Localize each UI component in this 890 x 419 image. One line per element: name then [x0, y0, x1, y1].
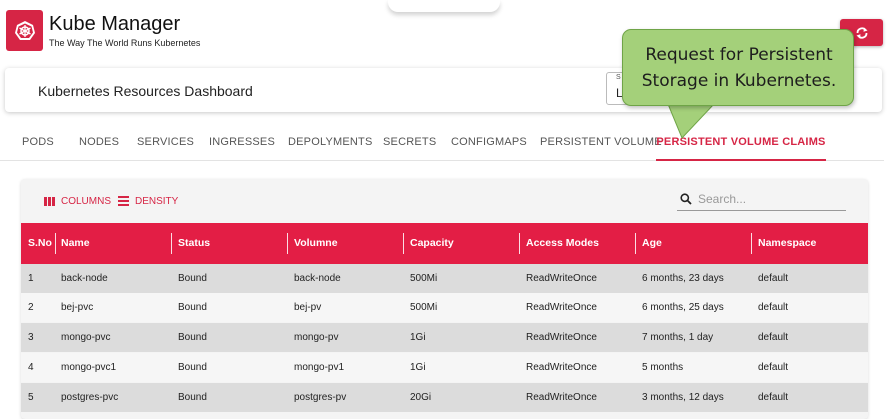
- cell-namespace: default: [758, 362, 789, 373]
- tab-ingresses[interactable]: INGRESSES: [209, 124, 275, 161]
- column-separator: [55, 233, 56, 254]
- cell-sno: 3: [28, 332, 34, 343]
- cell-access-modes: ReadWriteOnce: [526, 273, 597, 284]
- resource-tabs: PODS NODES SERVICES INGRESSES DEPOLYMENT…: [0, 124, 884, 161]
- app-title: Kube Manager: [49, 13, 181, 35]
- top-pill: [388, 0, 500, 12]
- density-label: DENSITY: [135, 195, 179, 207]
- annotation-callout: Request for Persistent Storage in Kubern…: [622, 29, 854, 106]
- columns-label: COLUMNS: [61, 195, 112, 207]
- cell-volume: postgres-pv: [294, 392, 347, 403]
- tab-pods[interactable]: PODS: [22, 124, 54, 161]
- cell-sno: 1: [28, 273, 34, 284]
- column-separator: [171, 233, 172, 254]
- col-header-age[interactable]: Age: [642, 223, 662, 264]
- cell-namespace: default: [758, 302, 789, 313]
- search-placeholder: Search...: [698, 192, 747, 206]
- density-icon: [118, 196, 129, 206]
- cell-status: Bound: [178, 302, 207, 313]
- callout-line-2: Storage in Kubernetes.: [641, 71, 837, 91]
- tab-secrets[interactable]: SECRETS: [383, 124, 436, 161]
- col-header-namespace[interactable]: Namespace: [758, 223, 816, 264]
- search-input[interactable]: Search...: [677, 188, 846, 211]
- cell-access-modes: ReadWriteOnce: [526, 392, 597, 403]
- cell-access-modes: ReadWriteOnce: [526, 332, 597, 343]
- tab-configmaps[interactable]: CONFIGMAPS: [451, 124, 527, 161]
- cell-volume: bej-pv: [294, 302, 322, 313]
- pvc-table-card: COLUMNS DENSITY Search... S.No Name Stat…: [21, 179, 868, 419]
- cell-namespace: default: [758, 332, 789, 343]
- cell-capacity: 500Mi: [410, 273, 438, 284]
- cell-namespace: default: [758, 392, 789, 403]
- cell-capacity: 20Gi: [410, 392, 432, 403]
- page-title: Kubernetes Resources Dashboard: [38, 83, 253, 99]
- cell-sno: 2: [28, 302, 34, 313]
- cell-capacity: 1Gi: [410, 332, 426, 343]
- columns-icon: [44, 196, 55, 206]
- tab-persistent-volume[interactable]: PERSISTENT VOLUME: [540, 124, 662, 161]
- table-row[interactable]: 5 postgres-pvc Bound postgres-pv 20Gi Re…: [21, 383, 868, 412]
- cell-age: 7 months, 1 day: [642, 332, 714, 343]
- col-header-name[interactable]: Name: [61, 223, 90, 264]
- cell-volume: mongo-pv1: [294, 362, 345, 373]
- column-separator: [635, 233, 636, 254]
- cell-name: mongo-pvc: [61, 332, 111, 343]
- col-header-status[interactable]: Status: [178, 223, 210, 264]
- cell-volume: mongo-pv: [294, 332, 339, 343]
- cell-capacity: 500Mi: [410, 302, 438, 313]
- app-subtitle: The Way The World Runs Kubernetes: [49, 38, 201, 48]
- cell-status: Bound: [178, 362, 207, 373]
- cell-volume: back-node: [294, 273, 341, 284]
- col-header-volume[interactable]: Volumne: [294, 223, 338, 264]
- callout-pointer: [668, 104, 715, 139]
- cell-access-modes: ReadWriteOnce: [526, 302, 597, 313]
- cell-name: back-node: [61, 273, 108, 284]
- cell-namespace: default: [758, 273, 789, 284]
- namespace-select-label: S: [616, 74, 621, 81]
- cell-access-modes: ReadWriteOnce: [526, 362, 597, 373]
- columns-button[interactable]: COLUMNS: [44, 194, 111, 208]
- tab-nodes[interactable]: NODES: [79, 124, 119, 161]
- refresh-icon: [856, 26, 867, 39]
- table-row[interactable]: 3 mongo-pvc Bound mongo-pv 1Gi ReadWrite…: [21, 323, 868, 352]
- density-button[interactable]: DENSITY: [118, 194, 178, 208]
- tab-services[interactable]: SERVICES: [137, 124, 194, 161]
- search-icon: [680, 193, 692, 205]
- table-row[interactable]: 1 back-node Bound back-node 500Mi ReadWr…: [21, 264, 868, 293]
- table-header: S.No Name Status Volumne Capacity Access…: [21, 223, 868, 264]
- cell-status: Bound: [178, 332, 207, 343]
- column-separator: [403, 233, 404, 254]
- cell-status: Bound: [178, 273, 207, 284]
- cell-age: 5 months: [642, 362, 684, 373]
- table-row[interactable]: 4 mongo-pvc1 Bound mongo-pv1 1Gi ReadWri…: [21, 353, 868, 382]
- cell-sno: 5: [28, 392, 34, 403]
- cell-name: postgres-pvc: [61, 392, 119, 403]
- col-header-access-modes[interactable]: Access Modes: [526, 223, 599, 264]
- cell-status: Bound: [178, 392, 207, 403]
- col-header-sno[interactable]: S.No: [28, 223, 52, 264]
- cell-capacity: 1Gi: [410, 362, 426, 373]
- cell-age: 6 months, 23 days: [642, 273, 724, 284]
- kubernetes-helm-icon: [14, 20, 35, 40]
- table-row[interactable]: 2 bej-pvc Bound bej-pv 500Mi ReadWriteOn…: [21, 293, 868, 322]
- cell-name: bej-pvc: [61, 302, 94, 313]
- column-separator: [287, 233, 288, 254]
- column-separator: [519, 233, 520, 254]
- callout-line-1: Request for Persistent: [645, 45, 833, 65]
- column-separator: [751, 233, 752, 254]
- app-logo: [6, 10, 43, 51]
- cell-age: 6 months, 25 days: [642, 302, 724, 313]
- tab-deployments[interactable]: DEPOLYMENTS: [288, 124, 373, 161]
- cell-sno: 4: [28, 362, 34, 373]
- cell-name: mongo-pvc1: [61, 362, 117, 373]
- cell-age: 3 months, 12 days: [642, 392, 724, 403]
- callout-text: Request for Persistent Storage in Kubern…: [623, 42, 855, 94]
- col-header-capacity[interactable]: Capacity: [410, 223, 454, 264]
